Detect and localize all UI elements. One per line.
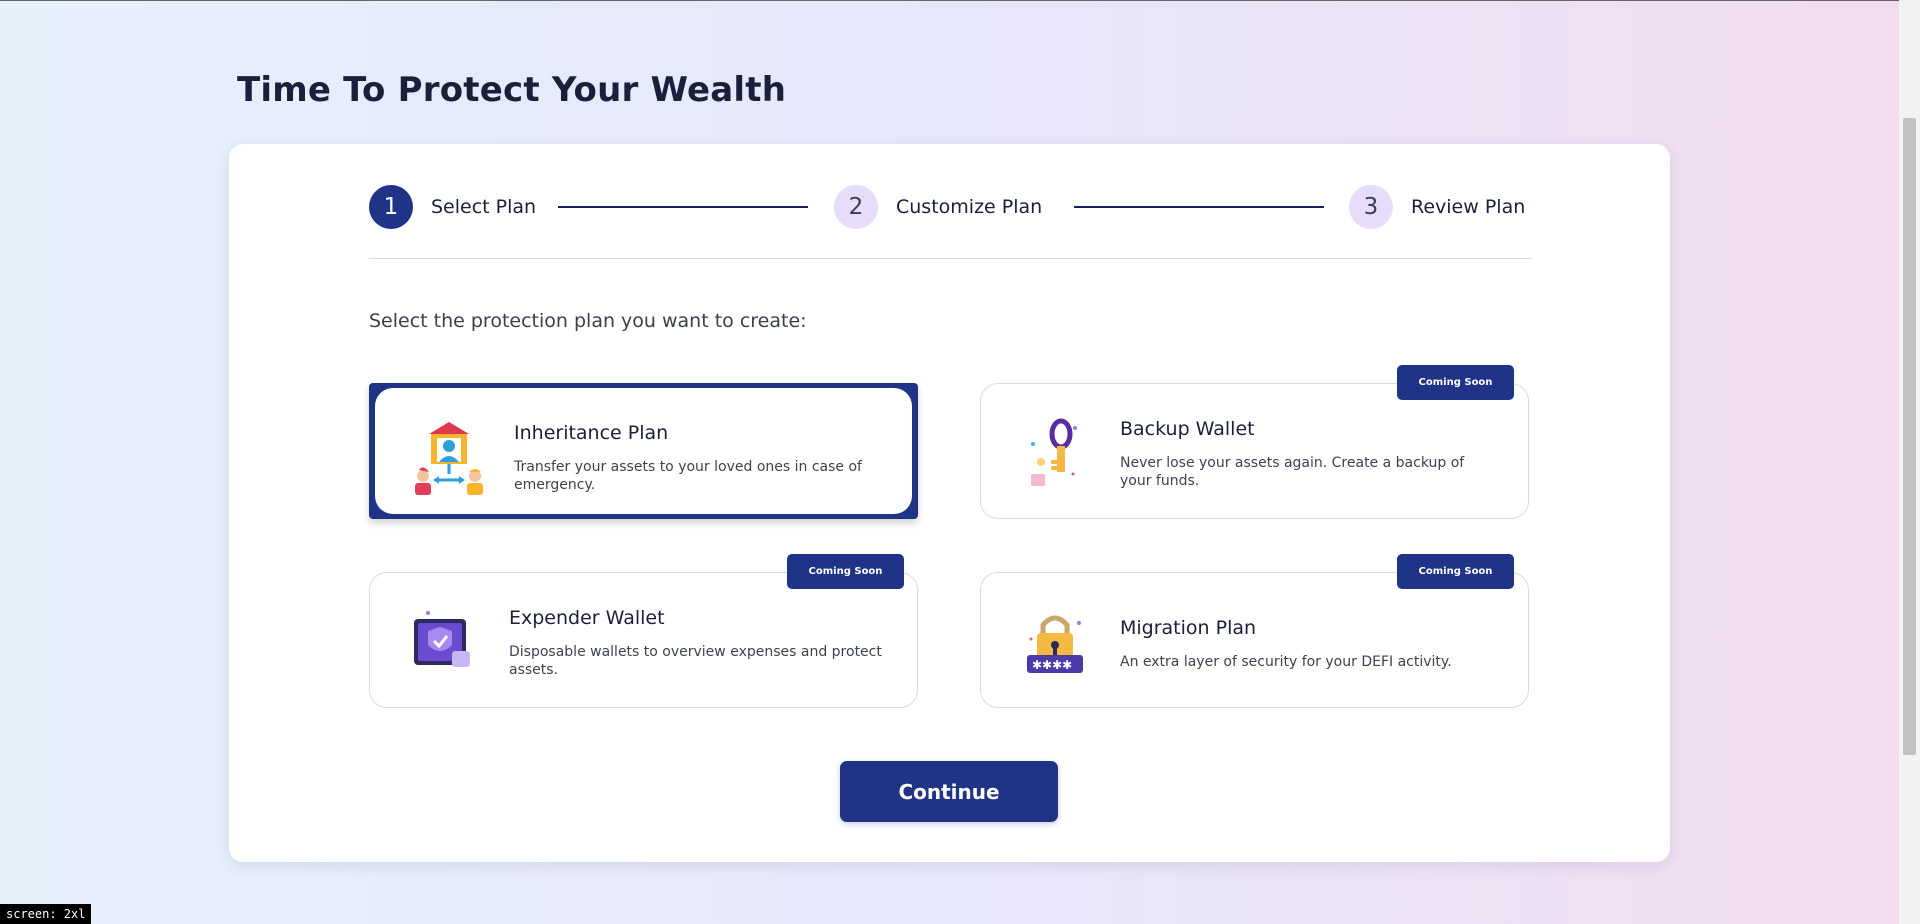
plan-description: Transfer your assets to your loved ones … bbox=[514, 459, 862, 493]
step-select-plan[interactable]: 1 Select Plan bbox=[369, 184, 536, 230]
plan-text: Migration Plan An extra layer of securit… bbox=[1120, 617, 1498, 671]
stepper: 1 Select Plan 2 Customize Plan 3 Review … bbox=[369, 184, 1531, 230]
step-number-badge: 2 bbox=[834, 185, 878, 229]
continue-button[interactable]: Continue bbox=[840, 761, 1058, 822]
coming-soon-badge: Coming Soon bbox=[1397, 365, 1514, 400]
scrollbar-thumb[interactable] bbox=[1903, 118, 1916, 755]
plan-text: Backup Wallet Never lose your assets aga… bbox=[1120, 418, 1498, 490]
plan-option-expender-wallet[interactable]: Expender Wallet Disposable wallets to ov… bbox=[369, 572, 918, 708]
plan-title: Backup Wallet bbox=[1120, 418, 1255, 440]
step-number-badge: 1 bbox=[369, 185, 413, 229]
coming-soon-badge: Coming Soon bbox=[787, 554, 904, 589]
step-label: Customize Plan bbox=[896, 196, 1043, 218]
step-number-badge: 3 bbox=[1349, 185, 1393, 229]
step-connector bbox=[1074, 206, 1324, 208]
step-label: Review Plan bbox=[1411, 196, 1526, 218]
step-connector bbox=[558, 206, 808, 208]
stepper-divider bbox=[369, 258, 1531, 259]
plan-text: Inheritance Plan Transfer your assets to… bbox=[514, 422, 882, 494]
lock-password-icon: ✱✱✱✱ bbox=[1017, 605, 1093, 681]
svg-text:✱✱✱✱: ✱✱✱✱ bbox=[1032, 658, 1072, 672]
step-review-plan[interactable]: 3 Review Plan bbox=[1349, 184, 1525, 230]
screen-size-indicator: screen: 2xl bbox=[0, 904, 92, 924]
plan-option-migration-plan[interactable]: ✱✱✱✱ Migration Plan An extra layer of se… bbox=[980, 572, 1529, 708]
plan-description: An extra layer of security for your DEFI… bbox=[1120, 654, 1452, 670]
step-customize-plan[interactable]: 2 Customize Plan bbox=[834, 184, 1042, 230]
plan-title: Migration Plan bbox=[1120, 617, 1257, 639]
backup-key-icon bbox=[1017, 416, 1093, 492]
instruction-text: Select the protection plan you want to c… bbox=[369, 310, 807, 332]
page-title: Time To Protect Your Wealth bbox=[237, 70, 787, 110]
vertical-scrollbar[interactable] bbox=[1899, 0, 1920, 924]
plan-selection-card: 1 Select Plan 2 Customize Plan 3 Review … bbox=[229, 144, 1670, 862]
plan-option-inheritance[interactable]: Inheritance Plan Transfer your assets to… bbox=[369, 383, 918, 519]
coming-soon-badge: Coming Soon bbox=[1397, 554, 1514, 589]
step-label: Select Plan bbox=[431, 196, 537, 218]
inheritance-icon bbox=[411, 420, 487, 496]
plan-description: Disposable wallets to overview expenses … bbox=[509, 644, 882, 678]
expender-shield-icon bbox=[406, 605, 482, 681]
plan-title: Expender Wallet bbox=[509, 607, 665, 629]
plan-text: Expender Wallet Disposable wallets to ov… bbox=[509, 607, 887, 679]
plan-title: Inheritance Plan bbox=[514, 422, 669, 444]
plan-option-backup-wallet[interactable]: Backup Wallet Never lose your assets aga… bbox=[980, 383, 1529, 519]
plan-description: Never lose your assets again. Create a b… bbox=[1120, 455, 1465, 489]
window-top-edge bbox=[0, 0, 1920, 1]
